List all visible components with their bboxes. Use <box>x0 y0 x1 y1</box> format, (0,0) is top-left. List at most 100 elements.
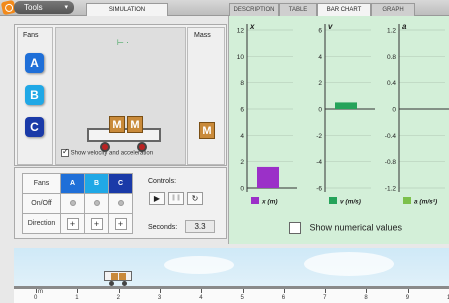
ruler-unit-label: m <box>38 289 43 295</box>
legend-swatch <box>251 197 259 204</box>
pause-button[interactable]: ❚❚ <box>168 192 184 205</box>
mass-tile[interactable]: M <box>199 122 215 139</box>
bar <box>257 166 279 188</box>
fan-b-button[interactable]: B <box>25 85 44 105</box>
cart[interactable]: M M <box>87 116 161 152</box>
ruler-tick <box>366 289 368 293</box>
play-icon: ▶ <box>153 194 161 203</box>
fan-a-button[interactable]: A <box>25 53 44 73</box>
axis-variable-label: a <box>402 22 407 31</box>
ruler-tick-label: 2 <box>116 295 120 301</box>
fan-b-onoff[interactable] <box>84 193 109 214</box>
tick-label: -4 <box>316 159 322 166</box>
ruler-tick-label: 0 <box>34 295 38 301</box>
fan-c-onoff[interactable] <box>108 193 133 214</box>
ruler-tick-label: 4 <box>199 295 203 301</box>
tick-label: 2 <box>318 80 322 87</box>
tick-label: 0.4 <box>387 80 396 87</box>
legend-label: v (m/s) <box>340 199 361 206</box>
tick-label: 2 <box>240 159 244 166</box>
led-indicator-icon <box>117 199 124 206</box>
show-numerical-label: Show numerical values <box>309 222 403 233</box>
fans-title: Fans <box>23 32 39 39</box>
fan-b-direction-button[interactable]: + <box>90 217 103 230</box>
ruler-tick-label: 8 <box>364 295 368 301</box>
tools-menu-button[interactable]: Tools ▾ <box>14 1 74 14</box>
legend-swatch <box>403 197 411 204</box>
tick-label: 4 <box>318 54 322 61</box>
tab-graph[interactable]: GRAPH <box>371 3 415 16</box>
tick-label: 0 <box>318 107 322 114</box>
table-row: Direction + + + <box>22 213 133 234</box>
seconds-label: Seconds: <box>148 224 178 231</box>
control-panel: Fans A B C On/Off Direction + + + Contro… <box>14 167 227 239</box>
ruler-tick-label: 6 <box>281 295 286 301</box>
tick-label: -1.2 <box>385 186 397 193</box>
fan-b-direction: + <box>84 213 109 234</box>
tick-label: 6 <box>240 107 244 114</box>
reset-button[interactable]: ↻ <box>187 192 203 205</box>
mass-column: Mass M <box>187 27 225 165</box>
fan-a-onoff[interactable] <box>60 193 85 214</box>
track-cart-body <box>104 271 132 281</box>
tab-description[interactable]: DESCRIPTION <box>229 3 279 16</box>
tick-label: -6 <box>316 186 322 193</box>
led-indicator-icon <box>93 199 100 206</box>
fan-c-direction-button[interactable]: + <box>114 217 127 230</box>
ruler-tick-label: 5 <box>240 295 244 301</box>
tick-label: -0.4 <box>385 133 397 140</box>
axis-variable-label: v <box>328 22 333 31</box>
tab-bar-chart[interactable]: BAR CHART <box>317 3 371 16</box>
track-cart <box>104 271 134 287</box>
ruler-tick <box>77 289 79 293</box>
top-toolbar: Tools ▾ SIMULATION DESCRIPTION TABLE BAR… <box>0 0 449 16</box>
cart-body: M M <box>87 116 161 142</box>
mass-title: Mass <box>194 32 211 39</box>
mass-block-label: M <box>112 119 122 131</box>
fan-c-direction: + <box>108 213 133 234</box>
fan-b-label: B <box>30 88 39 102</box>
mass-tile-label: M <box>202 125 212 137</box>
fan-c-label: C <box>30 120 39 134</box>
table-row: On/Off <box>22 193 133 214</box>
show-numerical-row[interactable]: Show numerical values <box>289 222 402 234</box>
fan-a-direction: + <box>60 213 85 234</box>
tab-label: BAR CHART <box>326 7 362 13</box>
column-c-header: C <box>108 173 133 194</box>
chevron-down-icon: ▾ <box>64 4 68 11</box>
mass-block <box>119 273 126 280</box>
ruler-tick <box>325 289 327 293</box>
mass-block[interactable]: M <box>109 116 125 133</box>
ruler-tick-label: 9 <box>405 295 410 301</box>
ruler-tick-label: 3 <box>157 295 162 301</box>
show-velocity-checkbox[interactable] <box>61 147 69 157</box>
tick-label: 0 <box>392 107 396 114</box>
fan-a-label: A <box>30 56 39 70</box>
play-button[interactable]: ▶ <box>149 192 165 205</box>
reset-icon: ↻ <box>191 194 199 203</box>
mass-block <box>111 273 118 280</box>
tab-label: TABLE <box>288 7 308 13</box>
tab-table[interactable]: TABLE <box>279 3 317 16</box>
pause-icon: ❚❚ <box>170 195 182 201</box>
cloud-decoration <box>164 256 234 274</box>
fan-a-direction-button[interactable]: + <box>66 217 79 230</box>
tab-simulation[interactable]: SIMULATION <box>86 3 168 16</box>
tick-label: 1.2 <box>387 28 396 35</box>
show-numerical-checkbox[interactable] <box>289 222 301 234</box>
ruler-tick <box>159 289 161 293</box>
tab-label: DESCRIPTION <box>233 7 275 13</box>
axis-variable-label: x <box>249 22 255 31</box>
legend-label: x (m) <box>261 199 278 206</box>
show-velocity-label: Show velocity and acceleration <box>70 150 154 157</box>
show-velocity-row[interactable]: Show velocity and acceleration <box>61 147 154 157</box>
led-indicator-icon <box>69 199 76 206</box>
fan-control-table: Fans A B C On/Off Direction + + + <box>22 173 133 234</box>
fan-mount-marker: ⊢ · <box>117 38 129 47</box>
column-b-header: B <box>84 173 109 194</box>
ruler-tick <box>242 289 244 293</box>
fan-c-button[interactable]: C <box>25 117 44 137</box>
ruler-tick-label: 7 <box>323 295 327 301</box>
simulation-panel: Fans A B C ⊢ · M M Show veloc <box>14 24 227 166</box>
mass-block[interactable]: M <box>127 116 143 133</box>
